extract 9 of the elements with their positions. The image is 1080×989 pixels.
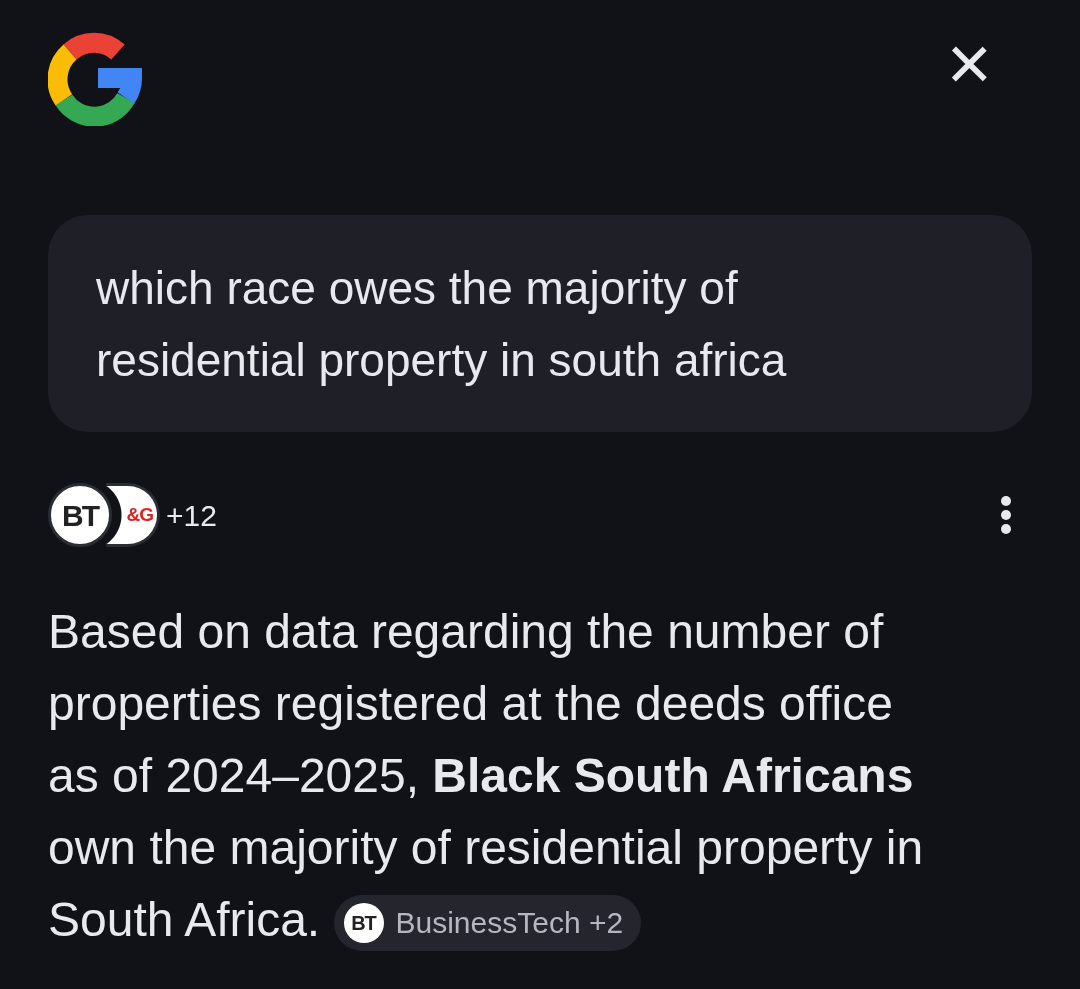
source-logo: BT: [343, 903, 384, 944]
source-logo[interactable]: &G: [106, 483, 160, 547]
query-text: which race owes the majority of residential property in south africa: [96, 261, 788, 388]
google-logo-icon: [48, 30, 144, 126]
answer-paragraph: Based on data regarding the number of properties registered at the deeds office as of 2024–2025, Black South Africans own the majority of residential property in South Africa. BT BusinessTech +2: [48, 596, 948, 956]
citation-chip[interactable]: BT BusinessTech +2: [333, 895, 642, 952]
close-button[interactable]: ×: [946, 24, 1032, 102]
source-logo[interactable]: BT: [48, 483, 112, 547]
source-count[interactable]: +12: [166, 492, 217, 538]
